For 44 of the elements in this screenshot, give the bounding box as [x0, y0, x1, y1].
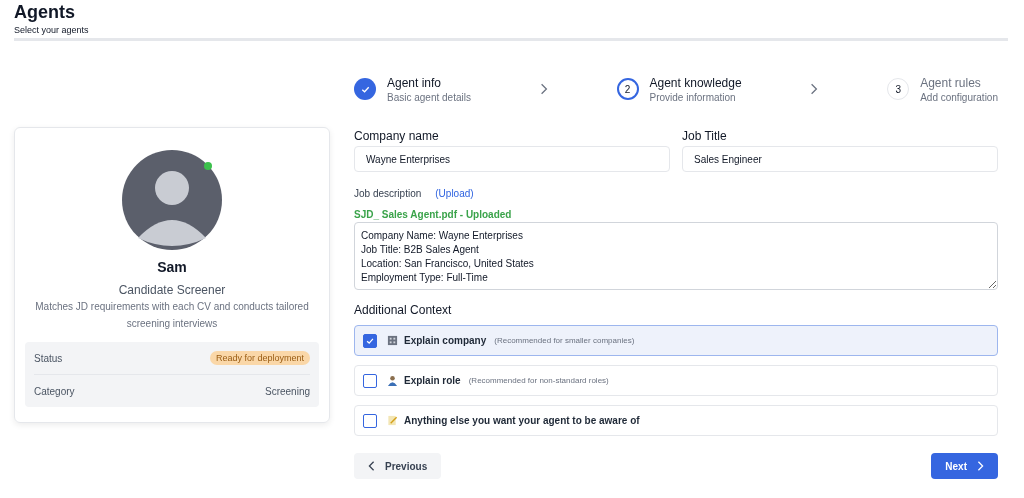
option-label: Explain role [404, 375, 461, 386]
page-title: Agents [14, 2, 76, 22]
context-option[interactable]: Anything else you want your agent to be aware of [354, 405, 998, 436]
step-number: 2 [616, 78, 639, 100]
upload-link[interactable]: (Upload) [435, 188, 474, 199]
step-title: Agent rules [920, 75, 982, 90]
agent-name: Sam [157, 259, 187, 275]
option-label: Explain company [404, 335, 487, 346]
option-hint: (Recommended for smaller companies) [494, 336, 635, 345]
field-label: Job Title [682, 129, 728, 143]
field-label: Company name [354, 129, 440, 143]
chevron-right-icon [810, 83, 819, 95]
step-subtitle: Provide information [649, 91, 737, 103]
upload-status: SJD_ Sales Agent.pdf - Uploaded [354, 209, 513, 220]
checkbox[interactable] [363, 413, 377, 428]
option-hint: (Recommended for non-standard roles) [468, 376, 609, 385]
context-option[interactable]: Explain role (Recommended for non-standard roles) [354, 365, 998, 396]
option-label: Anything else you want your agent to be aware of [404, 415, 640, 426]
agent-description: Matches JD requirements with each CV and conducts tailored screening interviews [34, 300, 310, 331]
step-subtitle: Add configuration [920, 91, 998, 103]
detail-value: Screening [264, 385, 310, 397]
next-button[interactable]: Next [931, 453, 998, 479]
checkbox[interactable] [363, 373, 377, 388]
job-description-field[interactable]: Company Name: Wayne Enterprises Job Title: B2B Sales Agent Location: San Francisco, United States Employment Type: Full-Time [354, 222, 998, 290]
section-title: Additional Context [354, 303, 453, 317]
step-title: Agent info [387, 75, 443, 90]
agent-role: Candidate Screener [118, 283, 226, 297]
previous-button[interactable]: Previous [354, 453, 442, 479]
chevron-right-icon [977, 461, 984, 471]
input-field[interactable]: Wayne Enterprises [354, 146, 670, 172]
page-subtitle: Select your agents [14, 25, 90, 35]
memo-icon [387, 415, 398, 426]
field-label: Job description [354, 188, 422, 199]
detail-label: Status [34, 352, 63, 364]
step-subtitle: Basic agent details [387, 91, 471, 103]
chevron-right-icon [539, 83, 548, 95]
input-field[interactable]: Sales Engineer [682, 146, 998, 172]
person-icon [387, 375, 398, 386]
status-badge: Ready for deployment [209, 351, 310, 365]
step-title: Agent knowledge [649, 75, 742, 90]
checkbox[interactable] [363, 333, 377, 348]
chevron-left-icon [368, 461, 375, 471]
building-icon [387, 335, 398, 346]
detail-label: Category [34, 385, 75, 397]
